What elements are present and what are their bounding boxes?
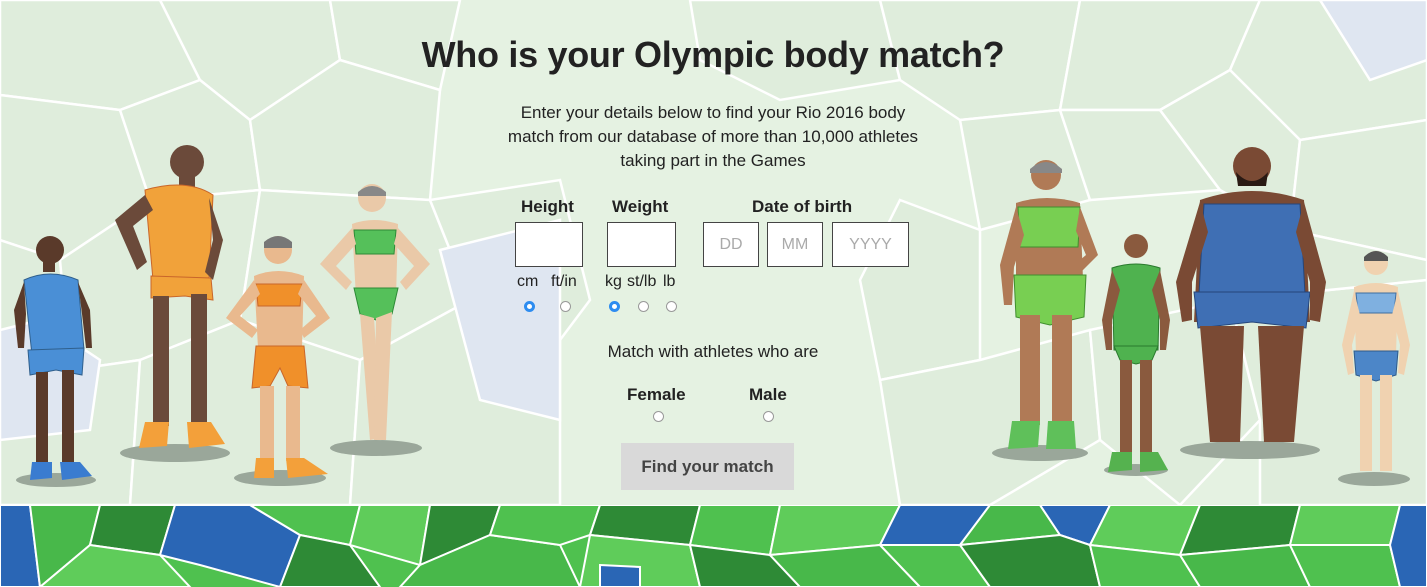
height-unit-ftin-label: ft/in [551,273,577,290]
match-form-panel: Who is your Olympic body match? Enter yo… [400,0,1026,505]
dob-day-input[interactable] [703,222,759,267]
athlete-orange-kit-icon [115,145,230,462]
height-unit-ftin-radio[interactable] [560,301,571,312]
weight-unit-lb-radio[interactable] [666,301,677,312]
weight-unit-kg-label: kg [605,273,622,290]
height-label: Height [521,197,574,216]
gender-male-radio[interactable] [763,411,774,422]
height-unit-cm-label: cm [517,273,539,290]
page-title: Who is your Olympic body match? [421,34,1005,75]
height-input[interactable] [515,222,583,267]
weight-input[interactable] [607,222,676,267]
weight-unit-lb-label: lb [663,273,676,290]
dob-month-input[interactable] [767,222,823,267]
gender-female-label: Female [627,385,686,404]
dob-year-input[interactable] [832,222,909,267]
weight-label: Weight [612,197,669,216]
weight-unit-stlb-radio[interactable] [638,301,649,312]
athlete-green-kit-icon [1102,234,1170,476]
weight-unit-stlb-label: st/lb [627,273,657,290]
find-match-button[interactable]: Find your match [621,443,794,490]
gender-male-label: Male [749,385,787,404]
intro-text: Enter your details below to find your Ri… [507,103,919,170]
athlete-blue-kit-icon [14,236,96,487]
gender-prompt: Match with athletes who are [607,342,819,361]
athlete-heavy-blue-kit-icon [1176,147,1326,459]
dob-label: Date of birth [752,197,853,216]
athlete-blue-bikini-icon [1338,251,1410,486]
height-unit-cm-radio[interactable] [524,301,535,312]
weight-unit-kg-radio[interactable] [609,301,620,312]
gender-female-radio[interactable] [653,411,664,422]
mosaic-footer-band [0,505,1427,587]
